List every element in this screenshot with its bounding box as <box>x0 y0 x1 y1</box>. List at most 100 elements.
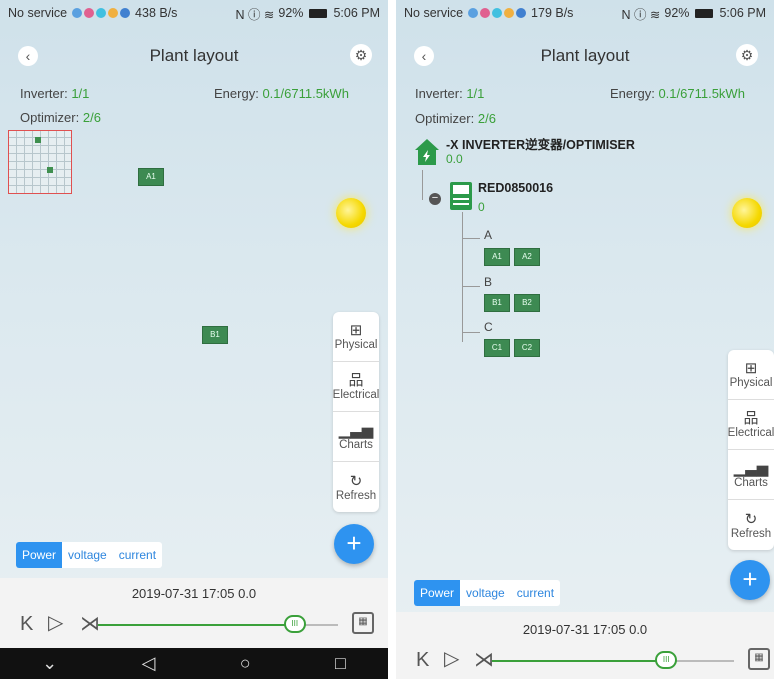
carrier-label: No service <box>8 6 68 20</box>
settings-gear-icon[interactable]: ⚙ <box>350 44 372 66</box>
electrical-view-button[interactable]: 品 Electrical <box>728 400 774 450</box>
minimap-grid[interactable] <box>8 130 72 194</box>
energy-value: 0.1/6711.5kWh <box>658 86 745 101</box>
recents-nav-icon[interactable]: □ <box>335 653 346 674</box>
optimizer-stat: Optimizer: 2/6 <box>20 110 101 125</box>
tab-power[interactable]: Power <box>414 580 461 606</box>
tree-connector <box>462 332 480 333</box>
tab-current[interactable]: current <box>113 542 162 568</box>
refresh-label: Refresh <box>335 489 377 502</box>
refresh-button[interactable]: ↻ Refresh <box>728 500 774 550</box>
status-bar: No service 438 B/s N ⓘ ≋ 92% 5:06 PM <box>0 0 388 26</box>
physical-view-button[interactable]: ⊞ Physical <box>728 350 774 400</box>
timestamp: 2019-07-31 17:05 <box>131 586 235 601</box>
charts-label: Charts <box>339 439 373 451</box>
optimizer-panel-c1[interactable]: C1 <box>484 339 510 357</box>
play-icon[interactable]: ▷ <box>48 613 63 633</box>
timestamp-display: 2019-07-31 17:05 0.0 <box>0 586 388 601</box>
solar-panel-b1[interactable]: B1 <box>202 326 228 344</box>
skip-end-icon[interactable]: ⋊ <box>474 650 494 670</box>
plant-name: -X INVERTER逆变器/OPTIMISER <box>446 138 635 152</box>
sun-weather-icon <box>732 198 762 228</box>
app-icon <box>108 8 119 18</box>
battery-percent: 92% <box>278 6 304 20</box>
plant-layout-electrical-screen: No service 179 B/s N ⓘ ≋ 92% 5:06 PM ‹ P… <box>396 0 774 679</box>
minimap-panel-marker <box>35 137 41 143</box>
optimizer-panel-a2[interactable]: A2 <box>514 248 540 266</box>
electrical-label: Electrical <box>727 427 774 439</box>
timeline-progress <box>98 624 295 626</box>
energy-label: Energy: <box>610 86 655 101</box>
calendar-icon[interactable]: ▦ <box>748 648 770 670</box>
electrical-view-button[interactable]: 品 Electrical <box>333 362 379 412</box>
timestamp-value: 0.0 <box>629 622 648 637</box>
optimizer-label: Optimizer: <box>415 111 475 126</box>
notification-icons <box>72 8 131 18</box>
app-icon <box>120 8 131 18</box>
optimizer-panel-b2[interactable]: B2 <box>514 294 540 312</box>
clock: 5:06 PM <box>333 6 380 20</box>
optimizer-value: 2/6 <box>477 111 496 126</box>
back-nav-icon[interactable]: ◁ <box>142 653 156 674</box>
inverter-serial[interactable]: RED0850016 <box>478 181 553 195</box>
collapse-node-icon[interactable]: − <box>429 193 441 205</box>
carrier-label: No service <box>404 6 464 20</box>
app-icon <box>516 8 527 18</box>
sun-weather-icon <box>336 198 366 228</box>
inverter-stat: Inverter: 1/1 <box>415 86 484 101</box>
charts-button[interactable]: ▁▃▅ Charts <box>333 412 379 462</box>
add-fab-button[interactable]: + <box>334 524 374 564</box>
inverter-value: 1/1 <box>71 86 90 101</box>
timeline-slider-handle[interactable]: III <box>283 615 306 633</box>
settings-gear-icon[interactable]: ⚙ <box>736 44 758 66</box>
optimizer-panel-a1[interactable]: A1 <box>484 248 510 266</box>
tab-voltage[interactable]: voltage <box>460 580 511 606</box>
skip-start-icon[interactable]: K <box>20 614 33 634</box>
energy-stat: Energy: 0.1/6711.5kWh <box>610 86 745 101</box>
optimizer-value: 2/6 <box>82 110 101 125</box>
grid-icon: ⊞ <box>349 322 363 339</box>
grid-icon: ⊞ <box>744 360 758 377</box>
string-c-label: C <box>484 320 493 334</box>
minimap-panel-marker <box>47 167 53 173</box>
calendar-icon[interactable]: ▦ <box>352 612 374 634</box>
home-nav-icon[interactable]: ○ <box>240 653 251 674</box>
hierarchy-icon: 品 <box>743 410 759 427</box>
optimizer-panel-b1[interactable]: B1 <box>484 294 510 312</box>
skip-end-icon[interactable]: ⋊ <box>80 614 100 634</box>
play-icon[interactable]: ▷ <box>444 649 459 669</box>
side-menu: ⊞ Physical 品 Electrical ▁▃▅ Charts ↻ Ref… <box>728 350 774 550</box>
collapse-icon[interactable]: ⌄ <box>42 653 57 674</box>
bar-chart-icon: ▁▃▅ <box>338 422 374 439</box>
tree-connector <box>462 212 463 342</box>
plant-power: 0.0 <box>446 152 463 166</box>
battery-icon <box>695 8 714 18</box>
app-icon <box>84 8 95 18</box>
app-icon <box>492 8 503 18</box>
tab-power[interactable]: Power <box>16 542 63 568</box>
signal-icons: N ⓘ ≋ <box>235 7 275 22</box>
refresh-button[interactable]: ↻ Refresh <box>333 462 379 512</box>
inverter-value: 1/1 <box>466 86 485 101</box>
timeline-slider-handle[interactable]: III <box>655 651 678 669</box>
add-fab-button[interactable]: + <box>730 560 770 600</box>
physical-view-button[interactable]: ⊞ Physical <box>333 312 379 362</box>
inverter-device-icon[interactable] <box>450 182 472 210</box>
clock: 5:06 PM <box>719 6 766 20</box>
optimizer-panel-c2[interactable]: C2 <box>514 339 540 357</box>
inverter-label: Inverter: <box>415 86 463 101</box>
charts-button[interactable]: ▁▃▅ Charts <box>728 450 774 500</box>
inverter-power: 0 <box>478 200 485 214</box>
energy-label: Energy: <box>214 86 259 101</box>
tab-voltage[interactable]: voltage <box>62 542 113 568</box>
metric-tabs: Power voltage current <box>414 580 561 606</box>
refresh-icon: ↻ <box>349 472 363 490</box>
optimizer-label: Optimizer: <box>20 110 80 125</box>
skip-start-icon[interactable]: K <box>416 650 429 670</box>
timestamp: 2019-07-31 17:05 <box>522 622 626 637</box>
plant-layout-physical-screen: No service 438 B/s N ⓘ ≋ 92% 5:06 PM ‹ P… <box>0 0 388 679</box>
tab-current[interactable]: current <box>511 580 560 606</box>
app-icon <box>480 8 491 18</box>
app-icon <box>504 8 515 18</box>
solar-panel-a1[interactable]: A1 <box>138 168 164 186</box>
